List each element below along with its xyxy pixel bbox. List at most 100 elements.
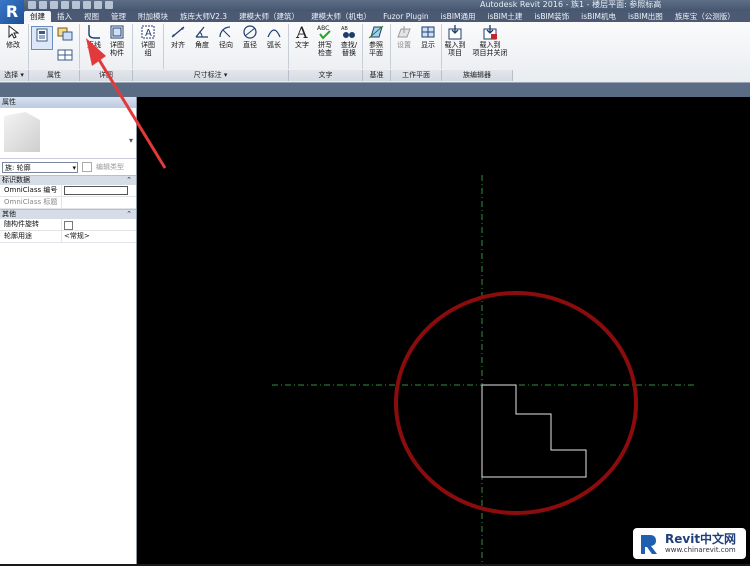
drawing-area[interactable] [137, 97, 750, 564]
rotate-with-component-checkbox[interactable] [64, 221, 73, 230]
family-category-icon [57, 47, 73, 63]
tab-9[interactable]: isBIM通用 [435, 11, 482, 22]
detail-component-button[interactable]: 详图 构件 [105, 24, 129, 57]
modify-button[interactable]: 修改 [1, 24, 25, 49]
family-preview-icon [4, 112, 40, 152]
tab-13[interactable]: isBIM出图 [622, 11, 669, 22]
property-row: 随构件旋转 [0, 219, 136, 231]
family-types-button[interactable] [55, 26, 75, 43]
revit-logo-icon[interactable]: R [0, 0, 24, 24]
show-work-plane-button[interactable]: 显示 [416, 24, 440, 49]
family-category-button[interactable] [55, 47, 75, 64]
property-label: OmniClass 标题 [0, 197, 62, 208]
separator [132, 24, 133, 69]
svg-text:A: A [145, 28, 152, 39]
omniclass-number-field[interactable] [64, 186, 128, 195]
diameter-dimension-button[interactable]: 直径 [238, 24, 262, 49]
quick-access-toolbar [28, 1, 113, 10]
tab-8[interactable]: Fuzor Plugin [377, 11, 435, 22]
3d-view-icon[interactable] [94, 1, 102, 9]
reference-plane-icon [368, 24, 384, 40]
tab-5[interactable]: 族库大师V2.3 [174, 11, 233, 22]
panel-label-family-editor: 族编辑器 [442, 70, 513, 81]
measure-icon[interactable] [72, 1, 80, 9]
tab-3[interactable]: 管理 [105, 11, 132, 22]
angle-dimension-button[interactable]: 角度 [190, 24, 214, 49]
properties-button[interactable] [31, 26, 53, 50]
reference-plane-button[interactable]: 参照 平面 [364, 24, 388, 57]
group-identity-data[interactable]: 标识数据 [0, 175, 136, 185]
profile-usage-value[interactable]: <常规> [62, 231, 136, 242]
detail-group-button[interactable]: A 详图 组 [136, 24, 160, 57]
set-work-plane-button[interactable]: 设置 [392, 24, 416, 49]
ribbon-tabs: 创建 插入 视图 管理 附加模块 族库大师V2.3 建模大师（建筑） 建模大师（机电） Fuzo… [24, 11, 750, 22]
tab-6[interactable]: 建模大师（建筑） [233, 11, 305, 22]
watermark-brand: Revit中文网 [665, 532, 737, 546]
radial-icon [218, 24, 234, 40]
options-bar [0, 83, 750, 97]
arc-length-icon [266, 24, 282, 40]
drawing-svg [272, 175, 697, 564]
aligned-dimension-icon [170, 24, 186, 40]
detail-component-icon [109, 24, 125, 40]
type-selector-dropdown[interactable]: 族: 轮廓 [2, 161, 78, 174]
text-icon[interactable] [83, 1, 91, 9]
redo-icon[interactable] [61, 1, 69, 9]
property-row: OmniClass 标题 [0, 197, 136, 209]
separator [288, 24, 289, 69]
tab-11[interactable]: isBIM装饰 [528, 11, 575, 22]
properties-header: 属性 [0, 97, 136, 108]
find-replace-button[interactable]: AB 查找/ 替换 [337, 24, 361, 57]
panel-label-text: 文字 [289, 70, 363, 81]
omniclass-title-value [62, 197, 136, 208]
open-icon[interactable] [28, 1, 36, 9]
tab-12[interactable]: isBIM机电 [575, 11, 622, 22]
diameter-icon [242, 24, 258, 40]
separator [441, 24, 442, 69]
line-icon [86, 24, 102, 40]
tab-1[interactable]: 插入 [51, 11, 78, 22]
watermark-url: www.chinarevit.com [665, 546, 736, 554]
watermark-logo: Revit中文网 www.chinarevit.com [633, 528, 746, 559]
set-work-plane-icon [396, 24, 412, 40]
align-dimension-button[interactable]: 对齐 [166, 24, 190, 49]
panel-label-dimension[interactable]: 尺寸标注 ▾ [133, 70, 289, 81]
panel-label-select[interactable]: 选择 ▾ [0, 70, 29, 81]
property-label: OmniClass 编号 [0, 185, 62, 196]
profile-outline[interactable] [481, 384, 587, 478]
radial-dimension-button[interactable]: 径向 [214, 24, 238, 49]
ribbon: 修改 直线 详图 构件 A 详图 组 对齐 角度 径向 直径 弧长 A 文字 A… [0, 22, 750, 83]
tab-0[interactable]: 创建 [24, 11, 51, 22]
properties-palette: 属性 ▾ 族: 轮廓 编辑类型 标识数据 OmniClass 编号 OmniCl… [0, 97, 137, 564]
save-icon[interactable] [39, 1, 47, 9]
switch-windows-icon[interactable] [105, 1, 113, 9]
tab-2[interactable]: 视图 [78, 11, 105, 22]
text-a-icon: A [294, 24, 310, 40]
property-label: 轮廓用途 [0, 231, 62, 242]
spell-check-button[interactable]: ABC 拼写 检查 [313, 24, 337, 57]
group-other[interactable]: 其他 [0, 209, 136, 219]
edit-type-button[interactable]: 编辑类型 [96, 162, 124, 172]
binoculars-icon: AB [341, 24, 357, 40]
spell-check-icon: ABC [317, 24, 333, 40]
tab-10[interactable]: isBIM土建 [482, 11, 529, 22]
separator [28, 24, 29, 69]
line-button[interactable]: 直线 [82, 24, 106, 49]
load-into-project-button[interactable]: 载入到 项目 [443, 24, 467, 57]
undo-icon[interactable] [50, 1, 58, 9]
family-types-icon [57, 26, 73, 42]
panel-label-properties: 属性 [29, 70, 80, 81]
edit-type-icon [82, 162, 92, 172]
chevron-down-icon[interactable]: ▾ [129, 136, 133, 145]
show-work-plane-icon [420, 24, 436, 40]
arc-length-dimension-button[interactable]: 弧长 [262, 24, 286, 49]
tab-7[interactable]: 建模大师（机电） [305, 11, 377, 22]
tab-4[interactable]: 附加模块 [132, 11, 174, 22]
svg-text:ABC: ABC [317, 25, 329, 32]
tab-14[interactable]: 族库宝（公测版） [669, 11, 741, 22]
separator [362, 24, 363, 69]
svg-text:A: A [295, 24, 308, 40]
load-into-project-and-close-button[interactable]: 载入到 项目并关闭 [470, 24, 510, 57]
panel-label-work-plane: 工作平面 [391, 70, 442, 81]
text-button[interactable]: A 文字 [290, 24, 314, 49]
